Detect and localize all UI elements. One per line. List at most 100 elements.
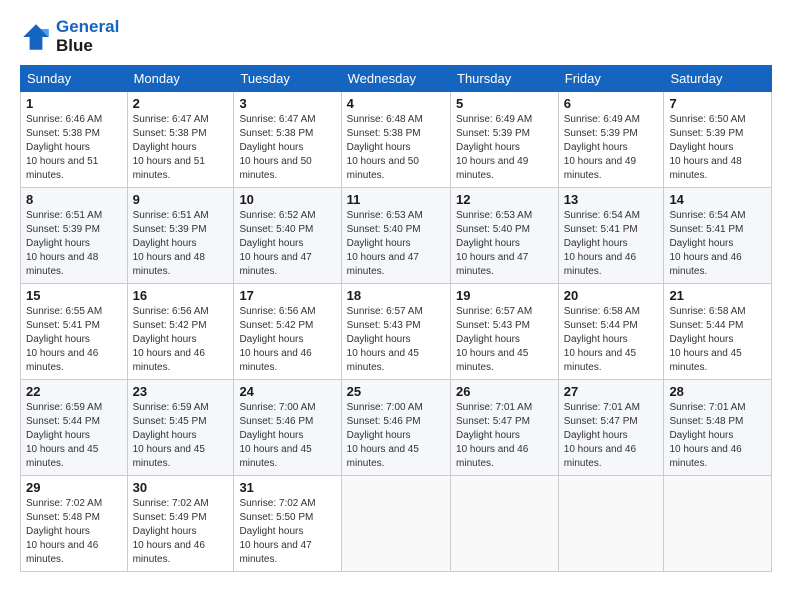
day-number: 23 <box>133 384 229 399</box>
day-info: Sunrise: 7:00 AMSunset: 5:46 PMDaylight … <box>239 402 315 469</box>
calendar-cell: 19 Sunrise: 6:57 AMSunset: 5:43 PMDaylig… <box>451 284 559 380</box>
day-info: Sunrise: 6:51 AMSunset: 5:39 PMDaylight … <box>133 210 209 277</box>
day-info: Sunrise: 7:01 AMSunset: 5:48 PMDaylight … <box>669 402 745 469</box>
day-number: 21 <box>669 288 766 303</box>
day-number: 4 <box>347 96 445 111</box>
day-info: Sunrise: 6:48 AMSunset: 5:38 PMDaylight … <box>347 114 423 181</box>
day-number: 7 <box>669 96 766 111</box>
calendar-cell: 1 Sunrise: 6:46 AMSunset: 5:38 PMDayligh… <box>21 92 128 188</box>
day-number: 19 <box>456 288 553 303</box>
day-info: Sunrise: 6:46 AMSunset: 5:38 PMDaylight … <box>26 114 102 181</box>
logo-icon <box>20 21 52 53</box>
day-info: Sunrise: 6:54 AMSunset: 5:41 PMDaylight … <box>669 210 745 277</box>
calendar-cell: 10 Sunrise: 6:52 AMSunset: 5:40 PMDaylig… <box>234 188 341 284</box>
day-info: Sunrise: 6:52 AMSunset: 5:40 PMDaylight … <box>239 210 315 277</box>
day-info: Sunrise: 6:49 AMSunset: 5:39 PMDaylight … <box>456 114 532 181</box>
day-info: Sunrise: 7:02 AMSunset: 5:48 PMDaylight … <box>26 498 102 565</box>
day-info: Sunrise: 6:53 AMSunset: 5:40 PMDaylight … <box>456 210 532 277</box>
day-number: 8 <box>26 192 122 207</box>
calendar-cell: 27 Sunrise: 7:01 AMSunset: 5:47 PMDaylig… <box>558 380 664 476</box>
day-number: 28 <box>669 384 766 399</box>
calendar-cell: 8 Sunrise: 6:51 AMSunset: 5:39 PMDayligh… <box>21 188 128 284</box>
calendar-cell: 14 Sunrise: 6:54 AMSunset: 5:41 PMDaylig… <box>664 188 772 284</box>
day-number: 30 <box>133 480 229 495</box>
calendar-cell <box>558 476 664 572</box>
day-number: 22 <box>26 384 122 399</box>
calendar-cell: 26 Sunrise: 7:01 AMSunset: 5:47 PMDaylig… <box>451 380 559 476</box>
calendar-cell: 13 Sunrise: 6:54 AMSunset: 5:41 PMDaylig… <box>558 188 664 284</box>
calendar-cell: 17 Sunrise: 6:56 AMSunset: 5:42 PMDaylig… <box>234 284 341 380</box>
day-number: 10 <box>239 192 335 207</box>
day-info: Sunrise: 6:54 AMSunset: 5:41 PMDaylight … <box>564 210 640 277</box>
day-info: Sunrise: 6:57 AMSunset: 5:43 PMDaylight … <box>347 306 423 373</box>
day-header: Wednesday <box>341 66 450 92</box>
day-header: Friday <box>558 66 664 92</box>
calendar-cell: 5 Sunrise: 6:49 AMSunset: 5:39 PMDayligh… <box>451 92 559 188</box>
calendar-cell: 23 Sunrise: 6:59 AMSunset: 5:45 PMDaylig… <box>127 380 234 476</box>
calendar-cell: 11 Sunrise: 6:53 AMSunset: 5:40 PMDaylig… <box>341 188 450 284</box>
day-info: Sunrise: 7:00 AMSunset: 5:46 PMDaylight … <box>347 402 423 469</box>
calendar-cell: 3 Sunrise: 6:47 AMSunset: 5:38 PMDayligh… <box>234 92 341 188</box>
day-number: 17 <box>239 288 335 303</box>
day-info: Sunrise: 7:02 AMSunset: 5:50 PMDaylight … <box>239 498 315 565</box>
day-number: 24 <box>239 384 335 399</box>
day-header: Sunday <box>21 66 128 92</box>
day-info: Sunrise: 6:50 AMSunset: 5:39 PMDaylight … <box>669 114 745 181</box>
day-header: Monday <box>127 66 234 92</box>
header: General Blue <box>20 18 772 55</box>
calendar-cell <box>341 476 450 572</box>
day-number: 16 <box>133 288 229 303</box>
day-info: Sunrise: 6:55 AMSunset: 5:41 PMDaylight … <box>26 306 102 373</box>
logo: General Blue <box>20 18 119 55</box>
calendar-cell <box>451 476 559 572</box>
day-header: Thursday <box>451 66 559 92</box>
day-number: 11 <box>347 192 445 207</box>
calendar-cell: 2 Sunrise: 6:47 AMSunset: 5:38 PMDayligh… <box>127 92 234 188</box>
day-number: 1 <box>26 96 122 111</box>
day-info: Sunrise: 6:58 AMSunset: 5:44 PMDaylight … <box>669 306 745 373</box>
calendar-cell: 29 Sunrise: 7:02 AMSunset: 5:48 PMDaylig… <box>21 476 128 572</box>
day-number: 27 <box>564 384 659 399</box>
calendar-cell: 4 Sunrise: 6:48 AMSunset: 5:38 PMDayligh… <box>341 92 450 188</box>
day-number: 20 <box>564 288 659 303</box>
day-info: Sunrise: 6:53 AMSunset: 5:40 PMDaylight … <box>347 210 423 277</box>
calendar-cell: 15 Sunrise: 6:55 AMSunset: 5:41 PMDaylig… <box>21 284 128 380</box>
day-number: 2 <box>133 96 229 111</box>
day-header: Saturday <box>664 66 772 92</box>
calendar-cell: 31 Sunrise: 7:02 AMSunset: 5:50 PMDaylig… <box>234 476 341 572</box>
day-number: 9 <box>133 192 229 207</box>
logo-text: General <box>56 18 119 37</box>
calendar-cell: 24 Sunrise: 7:00 AMSunset: 5:46 PMDaylig… <box>234 380 341 476</box>
calendar-cell: 25 Sunrise: 7:00 AMSunset: 5:46 PMDaylig… <box>341 380 450 476</box>
day-info: Sunrise: 6:56 AMSunset: 5:42 PMDaylight … <box>239 306 315 373</box>
day-number: 31 <box>239 480 335 495</box>
day-info: Sunrise: 6:58 AMSunset: 5:44 PMDaylight … <box>564 306 640 373</box>
day-info: Sunrise: 6:49 AMSunset: 5:39 PMDaylight … <box>564 114 640 181</box>
calendar-cell: 28 Sunrise: 7:01 AMSunset: 5:48 PMDaylig… <box>664 380 772 476</box>
day-number: 13 <box>564 192 659 207</box>
day-info: Sunrise: 7:01 AMSunset: 5:47 PMDaylight … <box>564 402 640 469</box>
day-info: Sunrise: 6:47 AMSunset: 5:38 PMDaylight … <box>239 114 315 181</box>
logo-text2: Blue <box>56 37 119 56</box>
calendar-cell: 12 Sunrise: 6:53 AMSunset: 5:40 PMDaylig… <box>451 188 559 284</box>
day-info: Sunrise: 6:59 AMSunset: 5:45 PMDaylight … <box>133 402 209 469</box>
day-header: Tuesday <box>234 66 341 92</box>
day-info: Sunrise: 6:59 AMSunset: 5:44 PMDaylight … <box>26 402 102 469</box>
day-number: 3 <box>239 96 335 111</box>
day-number: 6 <box>564 96 659 111</box>
calendar-cell: 22 Sunrise: 6:59 AMSunset: 5:44 PMDaylig… <box>21 380 128 476</box>
calendar-cell: 21 Sunrise: 6:58 AMSunset: 5:44 PMDaylig… <box>664 284 772 380</box>
day-number: 18 <box>347 288 445 303</box>
day-number: 12 <box>456 192 553 207</box>
calendar-cell: 16 Sunrise: 6:56 AMSunset: 5:42 PMDaylig… <box>127 284 234 380</box>
calendar-cell: 9 Sunrise: 6:51 AMSunset: 5:39 PMDayligh… <box>127 188 234 284</box>
calendar: SundayMondayTuesdayWednesdayThursdayFrid… <box>20 65 772 572</box>
calendar-cell: 7 Sunrise: 6:50 AMSunset: 5:39 PMDayligh… <box>664 92 772 188</box>
day-number: 15 <box>26 288 122 303</box>
calendar-cell: 20 Sunrise: 6:58 AMSunset: 5:44 PMDaylig… <box>558 284 664 380</box>
calendar-cell <box>664 476 772 572</box>
day-number: 29 <box>26 480 122 495</box>
calendar-cell: 30 Sunrise: 7:02 AMSunset: 5:49 PMDaylig… <box>127 476 234 572</box>
day-info: Sunrise: 6:57 AMSunset: 5:43 PMDaylight … <box>456 306 532 373</box>
day-info: Sunrise: 6:47 AMSunset: 5:38 PMDaylight … <box>133 114 209 181</box>
